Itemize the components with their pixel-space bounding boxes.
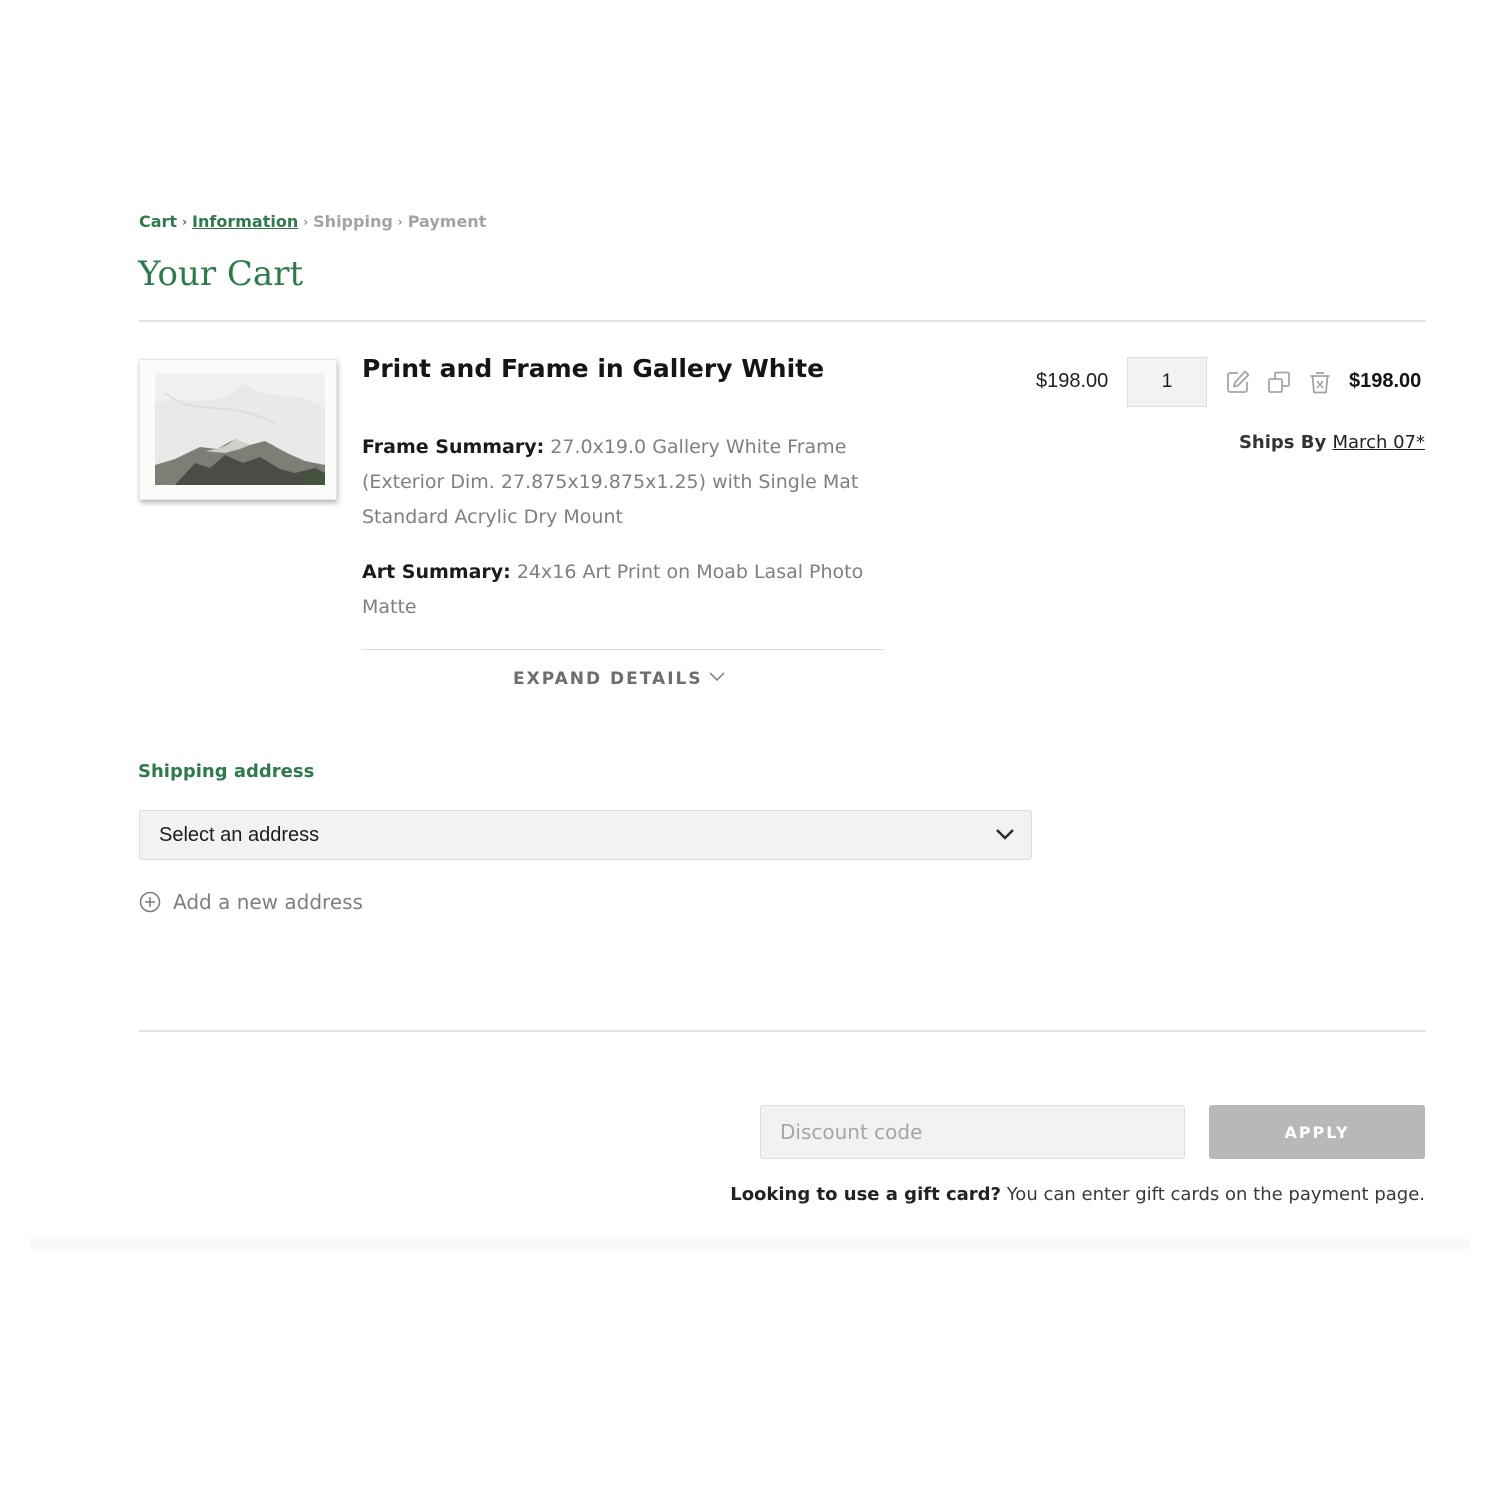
ships-by: Ships By March 07* <box>1239 432 1425 453</box>
add-address-button[interactable]: Add a new address <box>139 890 363 915</box>
breadcrumb-separator: › <box>397 215 403 229</box>
footer-separator <box>30 1232 1470 1254</box>
gift-card-question: Looking to use a gift card? <box>730 1184 1001 1205</box>
plus-circle-icon <box>139 891 161 912</box>
discount-code-input[interactable] <box>760 1105 1185 1159</box>
divider <box>139 1030 1426 1032</box>
add-address-label: Add a new address <box>173 890 363 914</box>
product-title[interactable]: Print and Frame in Gallery White <box>362 354 824 383</box>
breadcrumb-separator: › <box>182 215 188 229</box>
edit-icon[interactable] <box>1225 369 1251 395</box>
expand-details-button[interactable]: EXPAND DETAILS <box>513 669 725 689</box>
chevron-down-icon <box>996 829 1014 840</box>
line-total: $198.00 <box>1349 370 1422 392</box>
art-summary-label: Art Summary: <box>362 561 511 583</box>
duplicate-icon[interactable] <box>1266 369 1292 395</box>
shipping-address-label: Shipping address <box>138 761 315 782</box>
breadcrumb-shipping: Shipping <box>313 212 393 231</box>
ships-by-date-link[interactable]: March 07* <box>1333 432 1426 453</box>
mountain-artwork-image <box>155 373 325 485</box>
breadcrumb-information[interactable]: Information <box>192 212 298 231</box>
gift-card-text: You can enter gift cards on the payment … <box>1006 1184 1425 1205</box>
frame-summary-label: Frame Summary: <box>362 436 545 458</box>
expand-details-label: EXPAND DETAILS <box>513 669 703 689</box>
breadcrumb-cart[interactable]: Cart <box>139 212 177 231</box>
details-divider <box>362 649 884 650</box>
product-thumbnail[interactable] <box>139 359 337 500</box>
breadcrumb-separator: › <box>303 215 309 229</box>
trash-icon[interactable] <box>1307 369 1333 395</box>
address-select[interactable]: Select an address <box>139 810 1032 860</box>
apply-button[interactable]: APPLY <box>1209 1105 1425 1159</box>
address-select-value: Select an address <box>159 824 320 846</box>
chevron-down-icon <box>709 672 725 682</box>
page-title: Your Cart <box>138 254 304 294</box>
divider <box>139 320 1426 322</box>
frame-summary: Frame Summary: 27.0x19.0 Gallery White F… <box>362 430 872 535</box>
breadcrumb: Cart › Information › Shipping › Payment <box>139 212 486 231</box>
gift-card-note: Looking to use a gift card? You can ente… <box>730 1184 1425 1205</box>
ships-by-label: Ships By <box>1238 432 1327 453</box>
art-summary: Art Summary: 24x16 Art Print on Moab Las… <box>362 555 872 625</box>
unit-price: $198.00 <box>1036 370 1109 392</box>
quantity-input[interactable]: 1 <box>1127 357 1207 407</box>
breadcrumb-payment: Payment <box>407 212 487 231</box>
